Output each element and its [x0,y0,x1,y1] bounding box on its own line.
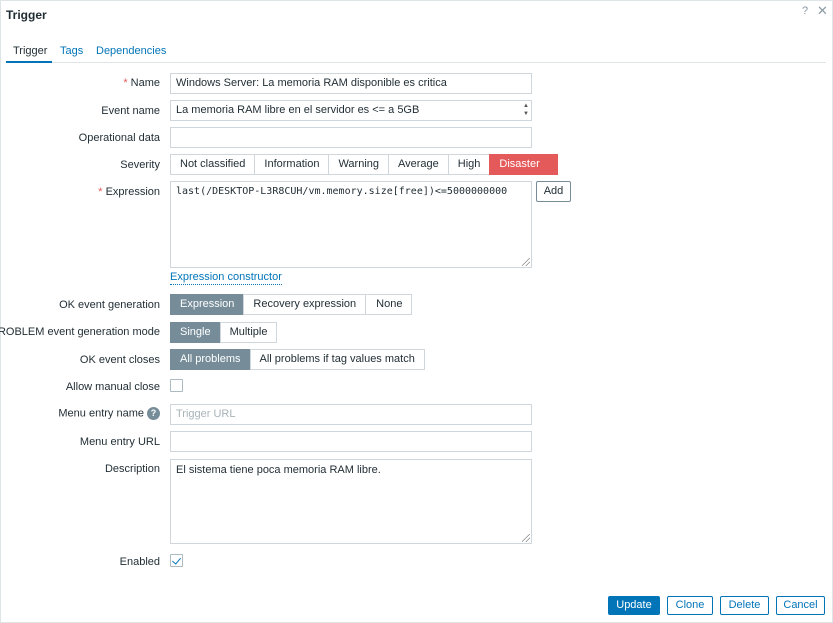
description-label: Description [104,463,160,475]
allow-manual-close-label: Allow manual close [65,381,160,393]
severity-warning[interactable]: Warning [328,154,390,175]
severity-high[interactable]: High [447,154,491,175]
enabled-checkbox[interactable] [170,554,183,567]
clone-button[interactable]: Clone [667,596,713,615]
closes-all-problems[interactable]: All problems [170,349,251,370]
severity-not-classified[interactable]: Not classified [170,154,256,175]
operational-data-label: Operational data [78,132,160,144]
tab-trigger[interactable]: Trigger [13,45,47,57]
menu-entry-url-input[interactable] [170,431,532,452]
tab-dependencies[interactable]: Dependencies [96,45,166,57]
resize-handle-icon[interactable] [522,258,530,266]
ok-gen-expression[interactable]: Expression [170,294,245,315]
resize-spinner-icon[interactable]: ▲ ▼ [523,102,529,118]
closes-if-tag-match[interactable]: All problems if tag values match [249,349,425,370]
required-marker: * [123,77,128,89]
problem-mode-multiple[interactable]: Multiple [219,322,278,343]
close-icon[interactable]: ✕ [817,3,828,19]
ok-event-closes-selector: All problems All problems if tag values … [170,349,425,370]
ok-gen-recovery-expression[interactable]: Recovery expression [243,294,367,315]
help-icon[interactable]: ? [802,5,808,17]
menu-entry-url-label: Menu entry URL [79,436,160,448]
expression-value: last(/DESKTOP-L3R8CUH/vm.memory.size[fre… [176,186,508,197]
expression-constructor-link[interactable]: Expression constructor [170,271,282,285]
event-name-label: Event name [101,105,160,117]
allow-manual-close-checkbox[interactable] [170,379,183,392]
ok-gen-none[interactable]: None [365,294,413,315]
check-icon [172,555,181,565]
active-tab-indicator [6,61,52,63]
required-marker: * [98,186,103,198]
update-button[interactable]: Update [608,596,660,615]
trigger-dialog: Trigger ? ✕ Trigger Tags Dependencies * N… [0,0,833,623]
severity-label: Severity [120,159,160,171]
operational-data-input[interactable] [170,127,532,148]
dialog-title: Trigger [6,8,47,22]
tab-bar: Trigger Tags Dependencies [6,41,826,63]
name-input[interactable]: Windows Server: La memoria RAM disponibl… [170,73,532,94]
severity-disaster[interactable]: Disaster [489,154,558,175]
severity-average[interactable]: Average [388,154,449,175]
event-name-input[interactable]: La memoria RAM libre en el servidor es <… [170,100,532,121]
description-textarea[interactable]: El sistema tiene poca memoria RAM libre. [170,459,532,544]
severity-selector: Not classified Information Warning Avera… [170,154,558,175]
ok-event-generation-label: OK event generation [59,299,160,311]
name-label: * Name [123,77,160,89]
menu-entry-name-input[interactable]: Trigger URL [170,404,532,425]
expression-textarea[interactable]: last(/DESKTOP-L3R8CUH/vm.memory.size[fre… [170,181,532,268]
cancel-button[interactable]: Cancel [776,596,825,615]
add-expression-button[interactable]: Add [536,181,571,202]
problem-mode-selector: Single Multiple [170,322,278,343]
expression-label: * Expression [98,186,160,198]
event-name-value: La memoria RAM libre en el servidor es <… [176,104,420,116]
problem-mode-label: PROBLEM event generation mode [0,326,160,338]
delete-button[interactable]: Delete [720,596,769,615]
enabled-label: Enabled [119,556,160,568]
help-icon[interactable]: ? [147,407,160,420]
menu-entry-name-label: Menu entry name? [58,407,160,420]
problem-mode-single[interactable]: Single [170,322,221,343]
severity-information[interactable]: Information [254,154,330,175]
tab-tags[interactable]: Tags [60,45,83,57]
resize-handle-icon[interactable] [522,534,530,542]
description-value: El sistema tiene poca memoria RAM libre. [176,464,381,476]
ok-event-closes-label: OK event closes [79,354,160,366]
ok-event-generation-selector: Expression Recovery expression None [170,294,413,315]
